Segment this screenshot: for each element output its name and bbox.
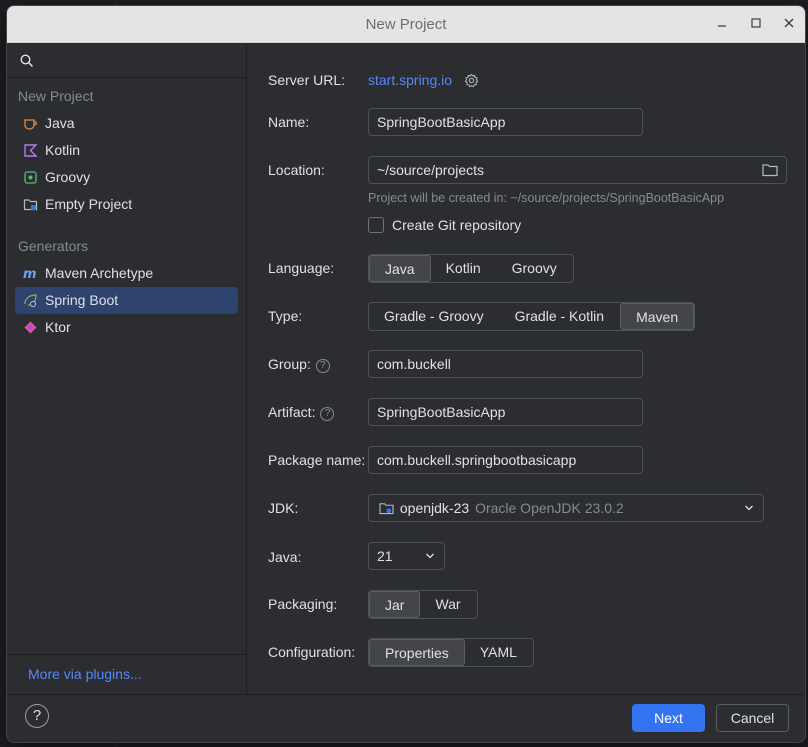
location-label: Location: xyxy=(268,162,325,178)
project-settings-form: Server URL: start.spring.io Name: Spring… xyxy=(248,44,805,694)
close-icon xyxy=(784,18,794,28)
section-generators: Generators xyxy=(18,238,89,254)
java-version-value: 21 xyxy=(377,548,393,564)
new-project-dialog: New Project New Project Java Kotlin Groo… xyxy=(6,5,806,743)
name-label: Name: xyxy=(268,114,310,130)
server-url-row: start.spring.io xyxy=(368,72,479,88)
packaging-label: Packaging: xyxy=(268,596,338,612)
language-selector: Java Kotlin Groovy xyxy=(368,254,574,283)
sidebar-item-kotlin[interactable]: Kotlin xyxy=(15,137,238,164)
sidebar-item-ktor[interactable]: Ktor xyxy=(15,314,238,341)
package-name-field[interactable]: com.buckell.springbootbasicapp xyxy=(368,446,643,474)
next-button[interactable]: Next xyxy=(632,704,705,732)
type-label: Type: xyxy=(268,308,303,324)
project-type-sidebar: New Project Java Kotlin Groovy Empty Pro… xyxy=(7,44,247,694)
kotlin-icon xyxy=(24,144,38,157)
type-option-gradle-kotlin[interactable]: Gradle - Kotlin xyxy=(500,303,620,330)
sidebar-item-label: Java xyxy=(45,115,75,131)
language-option-kotlin[interactable]: Kotlin xyxy=(431,255,497,282)
server-url-link[interactable]: start.spring.io xyxy=(368,72,452,88)
language-label: Language: xyxy=(268,260,335,276)
artifact-label-row: Artifact:? xyxy=(268,404,335,421)
groovy-icon xyxy=(24,171,37,184)
git-checkbox-label[interactable]: Create Git repository xyxy=(392,217,521,233)
jdk-label: JDK: xyxy=(268,500,299,516)
window-title: New Project xyxy=(365,16,447,33)
chevron-down-icon xyxy=(426,553,434,559)
location-value: ~/source/projects xyxy=(377,162,484,178)
sidebar-item-spring-boot[interactable]: Spring Boot xyxy=(15,287,238,314)
configuration-selector: Properties YAML xyxy=(368,638,534,667)
sidebar-item-java[interactable]: Java xyxy=(15,110,238,137)
jdk-name: openjdk-23 xyxy=(399,500,470,516)
server-url-label: Server URL: xyxy=(268,72,346,88)
title-bar: New Project xyxy=(7,6,805,43)
dialog-footer: ? Next Cancel xyxy=(7,694,805,742)
more-plugins-link[interactable]: More via plugins... xyxy=(28,666,142,682)
language-option-groovy[interactable]: Groovy xyxy=(497,255,573,282)
spring-boot-icon xyxy=(24,294,37,308)
group-label: Group: xyxy=(268,356,311,372)
maximize-button[interactable] xyxy=(746,14,766,34)
packaging-option-war[interactable]: War xyxy=(420,591,476,618)
java-cup-icon xyxy=(24,119,37,130)
sidebar-item-label: Empty Project xyxy=(45,196,133,212)
sidebar-item-label: Kotlin xyxy=(45,142,81,158)
group-field[interactable]: com.buckell xyxy=(368,350,643,378)
empty-project-icon xyxy=(23,199,38,211)
section-new-project: New Project xyxy=(18,88,94,104)
sidebar-item-maven-archetype[interactable]: m Maven Archetype xyxy=(15,260,238,287)
type-option-gradle-groovy[interactable]: Gradle - Groovy xyxy=(369,303,500,330)
sidebar-divider xyxy=(7,654,247,655)
location-hint: Project will be created in: ~/source/pro… xyxy=(368,191,725,205)
maven-icon: m xyxy=(23,267,37,281)
gear-icon[interactable] xyxy=(464,73,479,88)
sidebar-item-label: Maven Archetype xyxy=(45,265,154,281)
package-name-label: Package name: xyxy=(268,452,366,468)
minimize-icon xyxy=(718,25,726,27)
close-button[interactable] xyxy=(779,14,799,34)
sidebar-item-label: Groovy xyxy=(45,169,91,185)
java-version-dropdown[interactable]: 21 xyxy=(368,542,445,570)
packaging-selector: Jar War xyxy=(368,590,478,619)
ktor-icon xyxy=(24,321,37,334)
cancel-button[interactable]: Cancel xyxy=(716,704,789,732)
svg-text:m: m xyxy=(23,267,37,281)
type-selector: Gradle - Groovy Gradle - Kotlin Maven xyxy=(368,302,696,331)
folder-icon[interactable] xyxy=(762,163,778,177)
configuration-option-yaml[interactable]: YAML xyxy=(465,639,533,666)
sidebar-search[interactable] xyxy=(7,44,246,78)
configuration-option-properties[interactable]: Properties xyxy=(369,639,465,666)
packaging-option-jar[interactable]: Jar xyxy=(369,591,421,618)
language-option-java[interactable]: Java xyxy=(369,255,431,282)
help-icon[interactable]: ? xyxy=(320,407,335,421)
git-checkbox[interactable] xyxy=(368,217,384,233)
type-option-maven[interactable]: Maven xyxy=(620,303,695,330)
help-icon[interactable]: ? xyxy=(315,359,330,373)
chevron-down-icon xyxy=(745,505,753,511)
group-label-row: Group:? xyxy=(268,356,330,373)
search-icon xyxy=(20,54,34,68)
sidebar-item-groovy[interactable]: Groovy xyxy=(15,164,238,191)
configuration-label: Configuration: xyxy=(268,644,356,660)
location-field[interactable]: ~/source/projects xyxy=(368,156,787,184)
sidebar-item-label: Spring Boot xyxy=(45,292,119,308)
jdk-detail: Oracle OpenJDK 23.0.2 xyxy=(475,500,624,516)
sidebar-item-empty-project[interactable]: Empty Project xyxy=(15,191,238,218)
maximize-icon xyxy=(751,18,761,28)
java-version-label: Java: xyxy=(268,549,302,565)
jdk-folder-icon xyxy=(379,503,394,515)
jdk-dropdown[interactable]: openjdk-23 Oracle OpenJDK 23.0.2 xyxy=(368,494,764,522)
artifact-label: Artifact: xyxy=(268,404,316,420)
minimize-button[interactable] xyxy=(712,14,732,34)
name-field[interactable]: SpringBootBasicApp xyxy=(368,108,643,136)
artifact-field[interactable]: SpringBootBasicApp xyxy=(368,398,643,426)
help-button[interactable]: ? xyxy=(25,704,49,728)
sidebar-item-label: Ktor xyxy=(45,319,71,335)
